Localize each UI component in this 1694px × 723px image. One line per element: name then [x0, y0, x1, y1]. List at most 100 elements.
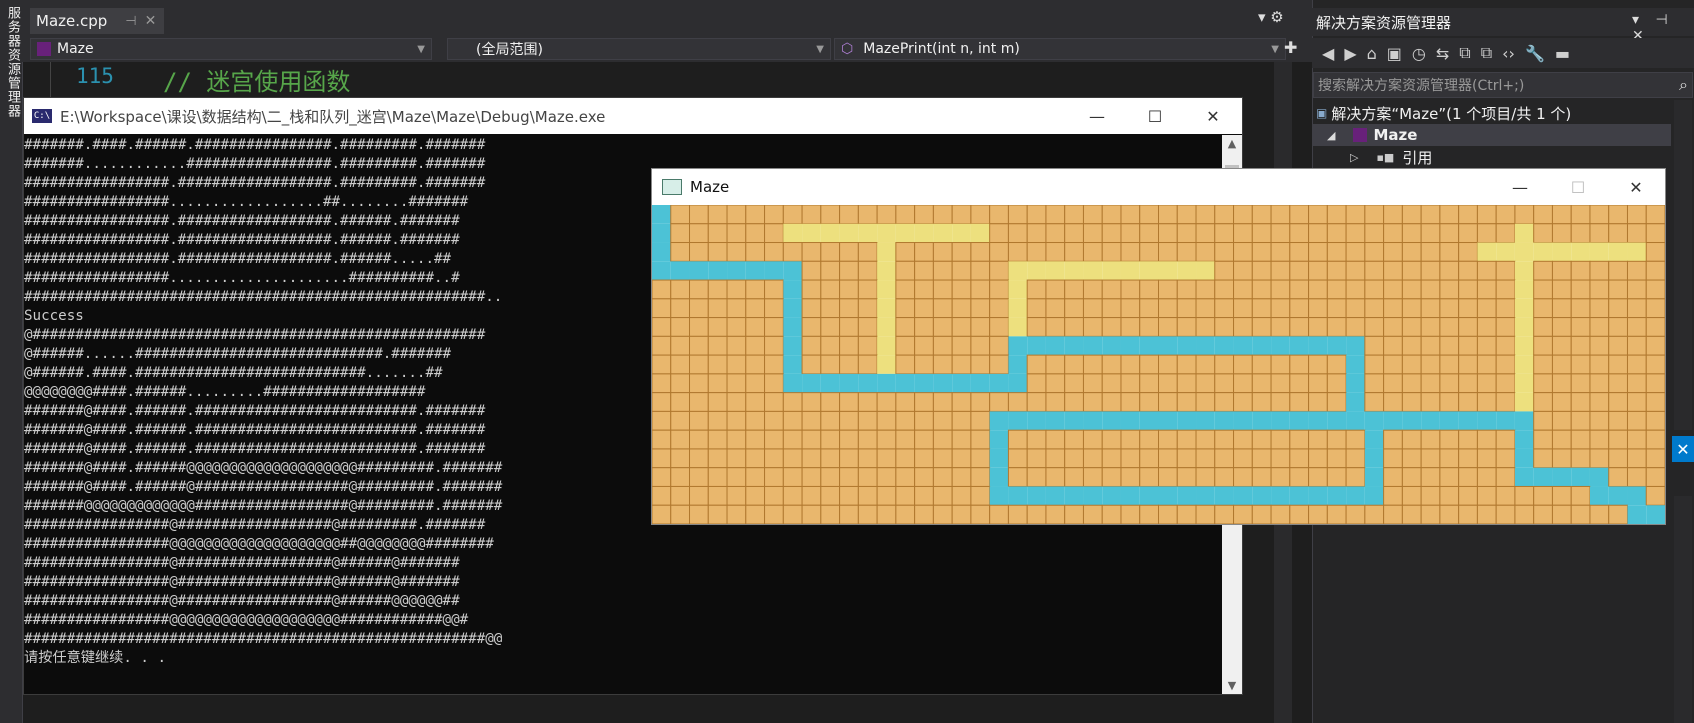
close-icon[interactable]: ✕ [1672, 436, 1694, 462]
maze-title-bar[interactable]: Maze — ☐ ✕ [652, 169, 1665, 205]
server-explorer-strip[interactable]: 服务器资源管理器 [0, 0, 23, 723]
sync-icon[interactable]: ⇆ [1436, 44, 1449, 63]
maze-wall-cell [652, 317, 672, 337]
maze-explored-cell [1008, 261, 1028, 281]
history-icon[interactable]: ◷ [1412, 44, 1426, 63]
maze-wall-cell [1645, 354, 1665, 375]
maze-wall-cell [1458, 242, 1478, 262]
maze-wall-cell [1176, 467, 1197, 487]
maze-path-cell [1008, 411, 1028, 431]
maze-wall-cell [1345, 242, 1366, 262]
properties-scrollbar[interactable] [1674, 496, 1692, 723]
maze-wall-cell [1401, 335, 1422, 356]
collapsed-icon[interactable]: ▷ [1350, 151, 1358, 164]
back-icon[interactable]: ◀ [1322, 44, 1334, 63]
maze-wall-cell [1439, 223, 1460, 244]
maze-wall-cell [1251, 448, 1272, 469]
project-dropdown[interactable]: Maze ▼ [30, 38, 432, 60]
wrench-icon[interactable]: 🔧 [1525, 44, 1545, 63]
server-explorer-label[interactable]: 服务器资源管理器 [3, 6, 22, 118]
maze-wall-cell [1308, 242, 1328, 262]
maze-path-cell [1271, 336, 1290, 356]
maze-wall-cell [689, 392, 709, 412]
maze-path-cell [1102, 486, 1121, 506]
close-button[interactable]: ✕ [1184, 98, 1242, 134]
code-icon[interactable]: ‹› [1502, 44, 1515, 63]
maze-path-cell [1102, 411, 1121, 431]
maze-path-cell [1214, 336, 1234, 356]
scroll-down-icon[interactable]: ▼ [1222, 679, 1242, 692]
search-icon[interactable]: ⌕ [1679, 75, 1688, 95]
maze-path-cell [1421, 411, 1440, 431]
maze-path-cell [1289, 336, 1309, 356]
expanded-icon[interactable]: ◢ [1327, 129, 1335, 142]
maze-wall-cell [652, 373, 672, 394]
split-icon[interactable]: ✚ [1284, 38, 1297, 57]
maze-wall-cell [914, 467, 934, 487]
forward-icon[interactable]: ▶ [1344, 44, 1356, 63]
maze-wall-cell [989, 317, 1009, 337]
maze-wall-cell [1082, 317, 1103, 337]
home-icon[interactable]: ⌂ [1367, 44, 1377, 63]
maze-path-cell [1177, 486, 1197, 506]
member-dropdown[interactable]: ⬡ MazePrint(int n, int m) ▼ [834, 38, 1286, 60]
vs-icon[interactable]: ▣ [1387, 44, 1402, 63]
maze-wall-cell [1401, 485, 1422, 506]
pin-icon[interactable]: ⊣ [125, 14, 136, 29]
maze-wall-cell [1045, 298, 1066, 319]
maze-wall-cell [1551, 504, 1572, 524]
tree-item-project[interactable]: ◢ Maze [1313, 124, 1671, 146]
maze-wall-cell [1233, 467, 1253, 487]
maze-wall-cell [1589, 373, 1610, 394]
preview-icon[interactable]: ▬ [1555, 44, 1570, 63]
maze-wall-cell [1589, 205, 1610, 225]
maze-wall-cell [1195, 392, 1216, 412]
maze-wall-cell [1158, 429, 1178, 450]
maze-wall-cell [1383, 260, 1403, 281]
maximize-button[interactable]: ☐ [1126, 98, 1184, 134]
solution-search-input[interactable]: 搜索解决方案资源管理器(Ctrl+;) ⌕ [1313, 72, 1693, 98]
maze-wall-cell [726, 429, 747, 450]
maze-wall-cell [1608, 317, 1628, 337]
maze-path-cell [1571, 467, 1590, 487]
maze-wall-cell [745, 485, 766, 506]
close-button[interactable]: ✕ [1607, 169, 1665, 205]
minimize-button[interactable]: — [1068, 98, 1126, 134]
tree-item-references[interactable]: ▷ ▪■ 引用 [1350, 146, 1432, 168]
maze-wall-cell [1064, 373, 1084, 394]
maze-path-cell [1120, 486, 1140, 506]
maze-wall-cell [1401, 354, 1422, 375]
maze-path-cell [1158, 411, 1178, 431]
scroll-up-icon[interactable]: ▲ [1222, 137, 1242, 150]
maze-wall-cell [1533, 335, 1553, 356]
scope-dropdown-value: (全局范围) [476, 42, 543, 58]
maze-wall-cell [1082, 429, 1103, 450]
maze-wall-cell [1026, 448, 1047, 469]
maze-wall-cell [914, 298, 934, 319]
code-comment[interactable]: // 迷宫使用函数 [163, 62, 350, 97]
close-tab-icon[interactable]: ✕ [145, 13, 157, 29]
console-title-bar[interactable]: C:\ E:\Workspace\课设\数据结构\二_栈和队列_迷宫\Maze\… [24, 98, 1242, 134]
maze-wall-cell [801, 429, 822, 450]
maze-wall-cell [1439, 485, 1460, 506]
collapse-icon[interactable]: ⧉ [1459, 43, 1470, 63]
tree-item-solution[interactable]: ▣ 解决方案“Maze”(1 个项目/共 1 个) [1316, 102, 1571, 124]
maze-wall-cell [839, 242, 859, 262]
maze-wall-cell [1420, 223, 1441, 244]
scope-dropdown[interactable]: (全局范围) ▼ [447, 38, 831, 60]
maze-wall-cell [1101, 392, 1122, 412]
maze-wall-cell [1195, 317, 1216, 337]
maze-wall-cell [652, 448, 672, 469]
maze-wall-cell [1326, 279, 1347, 300]
maze-wall-cell [689, 298, 709, 319]
maze-path-cell [1233, 336, 1253, 356]
maze-wall-cell [1326, 448, 1347, 469]
solution-explorer-scrollbar[interactable] [1674, 100, 1692, 430]
method-icon: ⬡ [841, 41, 854, 57]
file-tab-maze-cpp[interactable]: Maze.cpp ⊣ ✕ [30, 8, 164, 34]
maze-wall-cell [1383, 223, 1403, 244]
copy-icon[interactable]: ⧉ [1481, 43, 1492, 63]
minimize-button[interactable]: — [1491, 169, 1549, 205]
tab-tools[interactable]: ▾ ⚙ [1258, 8, 1284, 26]
maze-wall-cell [1439, 205, 1460, 225]
